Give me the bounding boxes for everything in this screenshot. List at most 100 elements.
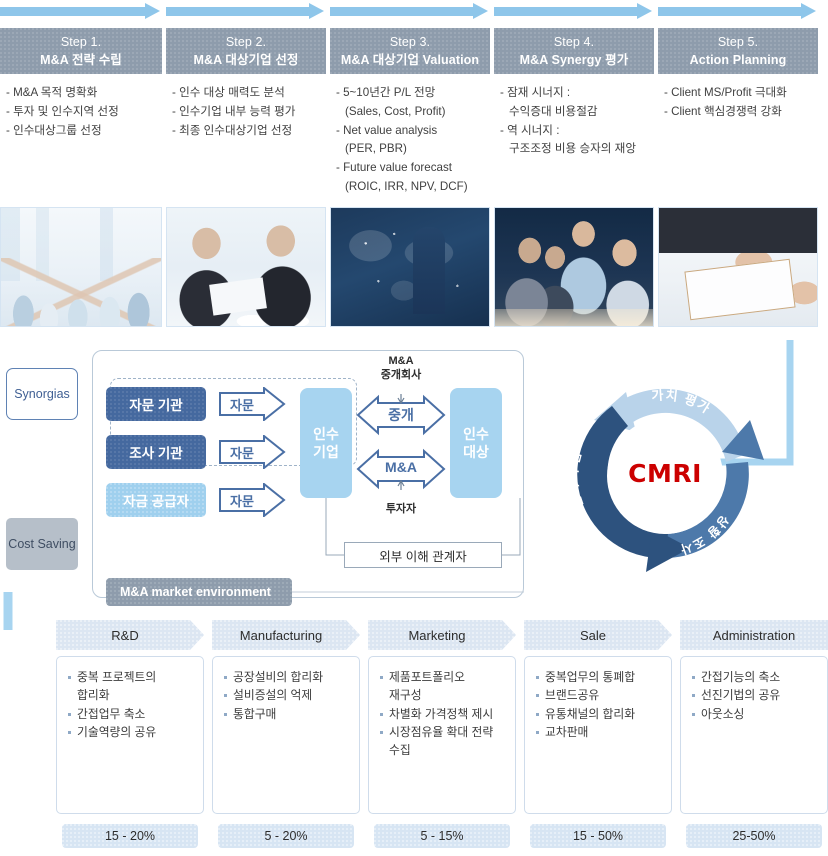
step-body-5: - Client MS/Profit 극대화 - Client 핵심경쟁력 강화 xyxy=(658,74,818,122)
cmri-logo: CMRI xyxy=(550,358,780,588)
cost-saving-tag: Cost Saving xyxy=(6,518,78,570)
list-item: 시장점유율 확대 전략 xyxy=(378,723,507,741)
party-acquirer: 인수 기업 xyxy=(300,388,352,498)
org-label-advisory: 자문 기관 xyxy=(129,398,183,413)
step-title-5: Action Planning xyxy=(689,53,787,67)
step-item: 수익증대 비용절감 xyxy=(509,104,598,118)
document-review-photo xyxy=(658,207,818,327)
step-column-5: Step 5. Action Planning - Client MS/Profit… xyxy=(658,0,818,200)
function-column-1: R&D 중복 프로젝트의 합리화 간접업무 축소 기술역량의 공유 15 - 20% xyxy=(56,620,204,856)
step-number-5: Step 5. xyxy=(717,34,759,49)
list-item: 차별화 가격정책 제시 xyxy=(378,705,507,723)
step-column-3: Step 3. M&A 대상기업 Valuation - 5~10년간 P/L 전망… xyxy=(330,0,490,200)
party-target: 인수 대상 xyxy=(450,388,502,498)
function-column-5: Administration 간접기능의 축소 선진기법의 공유 아웃소싱 25-50% xyxy=(680,620,828,856)
function-header-3[interactable]: Marketing xyxy=(368,620,516,650)
step-column-1: Step 1. M&A 전략 수립 - M&A 목적 명확화 - 투자 및 인수지역 … xyxy=(0,0,162,200)
org-label-research: 조사 기관 xyxy=(129,446,183,461)
function-column-3: Marketing 제품포트폴리오 재구성 차별화 가격정책 제시 시장점유율 확대 전… xyxy=(368,620,516,856)
percent-badge-4: 15 - 50% xyxy=(530,824,666,848)
step-title-2: M&A 대상기업 선정 xyxy=(193,53,299,67)
function-column-4: Sale 중복업무의 통폐합 브랜드공유 유통채널의 합리화 교차판매 15 - 50% xyxy=(524,620,672,856)
step-number-1: Step 1. xyxy=(60,34,102,49)
cost-saving-label: Cost Saving xyxy=(8,537,76,551)
synergy-functions-section: R&D 중복 프로젝트의 합리화 간접업무 축소 기술역량의 공유 15 - 20% Man… xyxy=(56,620,828,856)
arrow-head-icon xyxy=(801,3,816,19)
list-item: 유통채널의 합리화 xyxy=(534,705,663,723)
org-label-funding: 자금 공급자 xyxy=(123,494,189,509)
org-box-funding: 자금 공급자 xyxy=(106,483,206,517)
broker-caption-line1: M&A xyxy=(388,355,414,367)
step-item: - 인수기업 내부 능력 평가 xyxy=(172,104,296,118)
investor-caption: 투자자 xyxy=(361,502,441,516)
step-column-4: Step 4. M&A Synergy 평가 - 잠재 시너지 : 수익증대 비용절감… xyxy=(494,0,654,200)
function-header-2[interactable]: Manufacturing xyxy=(212,620,360,650)
arrow-bar-icon xyxy=(330,7,474,16)
advice-arrow-3: 자문 xyxy=(218,483,286,517)
step-number-2: Step 2. xyxy=(225,34,267,49)
step-item: - 최종 인수대상기업 선정 xyxy=(172,123,293,137)
step-body-3: - 5~10년간 P/L 전망 (Sales, Cost, Profit) - Ne… xyxy=(330,74,490,197)
step-item: - 잠재 시너지 : xyxy=(500,86,571,99)
advice-arrow-1: 자문 xyxy=(218,387,286,421)
arrow-head-icon xyxy=(637,3,652,19)
list-item-continuation: 합리화 xyxy=(77,688,110,703)
arrow-head-icon xyxy=(473,3,488,19)
function-column-2: Manufacturing 공장설비의 합리화 설비증설의 억제 통합구매 5 - 20… xyxy=(212,620,360,856)
market-environment-label: M&A market environment xyxy=(120,585,271,599)
function-header-5[interactable]: Administration xyxy=(680,620,828,650)
arrow-bar-icon xyxy=(658,7,802,16)
function-header-1[interactable]: R&D xyxy=(56,620,204,650)
step-item: 구조조정 비용 승자의 재앙 xyxy=(509,142,636,156)
step-item: - Future value forecast xyxy=(336,161,452,175)
relation-arrow-ma: M&A xyxy=(356,448,446,499)
list-item: 설비증설의 억제 xyxy=(222,686,351,704)
stakeholder-label: 외부 이해 관계자 xyxy=(379,549,467,564)
function-body-5: 간접기능의 축소 선진기법의 공유 아웃소싱 xyxy=(680,656,828,814)
relation-label-brokerage: 중개 xyxy=(388,407,414,423)
arrow-bar-icon xyxy=(166,7,310,16)
target-line2: 대상 xyxy=(463,444,489,460)
list-item: 아웃소싱 xyxy=(690,705,819,723)
acquirer-line1: 인수 xyxy=(313,425,339,442)
market-environment-tag: M&A market environment xyxy=(106,578,292,606)
advice-arrow-label-1: 자문 xyxy=(230,398,254,413)
advice-arrow-label-2: 자문 xyxy=(230,446,254,461)
percent-badge-1: 15 - 20% xyxy=(62,824,198,848)
advice-arrow-label-3: 자문 xyxy=(230,494,254,509)
team-high-five-photo xyxy=(0,207,162,327)
percent-badge-3: 5 - 15% xyxy=(374,824,510,848)
list-item: 간접기능의 축소 xyxy=(690,668,819,686)
step-number-3: Step 3. xyxy=(389,34,431,49)
step-item: - Net value analysis xyxy=(336,123,438,137)
step-header-1: Step 1. M&A 전략 수립 xyxy=(0,28,162,74)
step-item: - 인수대상그룹 선정 xyxy=(6,123,102,137)
list-item: 공장설비의 합리화 xyxy=(222,668,351,686)
step-item: - Client 핵심경쟁력 강화 xyxy=(664,104,782,118)
arrow-head-icon xyxy=(309,3,324,19)
list-item: 기술역량의 공유 xyxy=(66,723,195,741)
list-item: 중복업무의 통폐합 xyxy=(534,668,663,686)
synergies-tag: Synorgias xyxy=(6,368,78,420)
function-body-3: 제품포트폴리오 재구성 차별화 가격정책 제시 시장점유율 확대 전략 수집 xyxy=(368,656,516,814)
percent-badge-2: 5 - 20% xyxy=(218,824,354,848)
function-header-4[interactable]: Sale xyxy=(524,620,672,650)
step-item: - 역 시너지 : xyxy=(500,123,560,137)
step-header-3: Step 3. M&A 대상기업 Valuation xyxy=(330,28,490,74)
investor-caption-text: 투자자 xyxy=(385,503,417,515)
step-number-4: Step 4. xyxy=(553,34,595,49)
arrow-head-icon xyxy=(145,3,160,19)
list-item-continuation: 수집 xyxy=(389,743,411,758)
stakeholder-box: 외부 이해 관계자 xyxy=(344,542,502,568)
step-item: - Client MS/Profit 극대화 xyxy=(664,86,787,99)
step-arrow-2 xyxy=(166,0,326,22)
cmri-cycle-diagram: 가치 평가 상황 조사 전략 수립 CMRI xyxy=(550,358,780,588)
global-map-silhouette-photo xyxy=(330,207,490,327)
step-item: - 5~10년간 P/L 전망 xyxy=(336,86,436,99)
step-item: - M&A 목적 명확화 xyxy=(6,86,98,99)
org-box-research: 조사 기관 xyxy=(106,435,206,469)
org-box-advisory: 자문 기관 xyxy=(106,387,206,421)
list-item-continuation: 재구성 xyxy=(389,688,422,703)
step-body-2: - 인수 대상 매력도 분석 - 인수기업 내부 능력 평가 - 최종 인수대상기업… xyxy=(166,74,326,140)
step-arrow-5 xyxy=(658,0,818,22)
